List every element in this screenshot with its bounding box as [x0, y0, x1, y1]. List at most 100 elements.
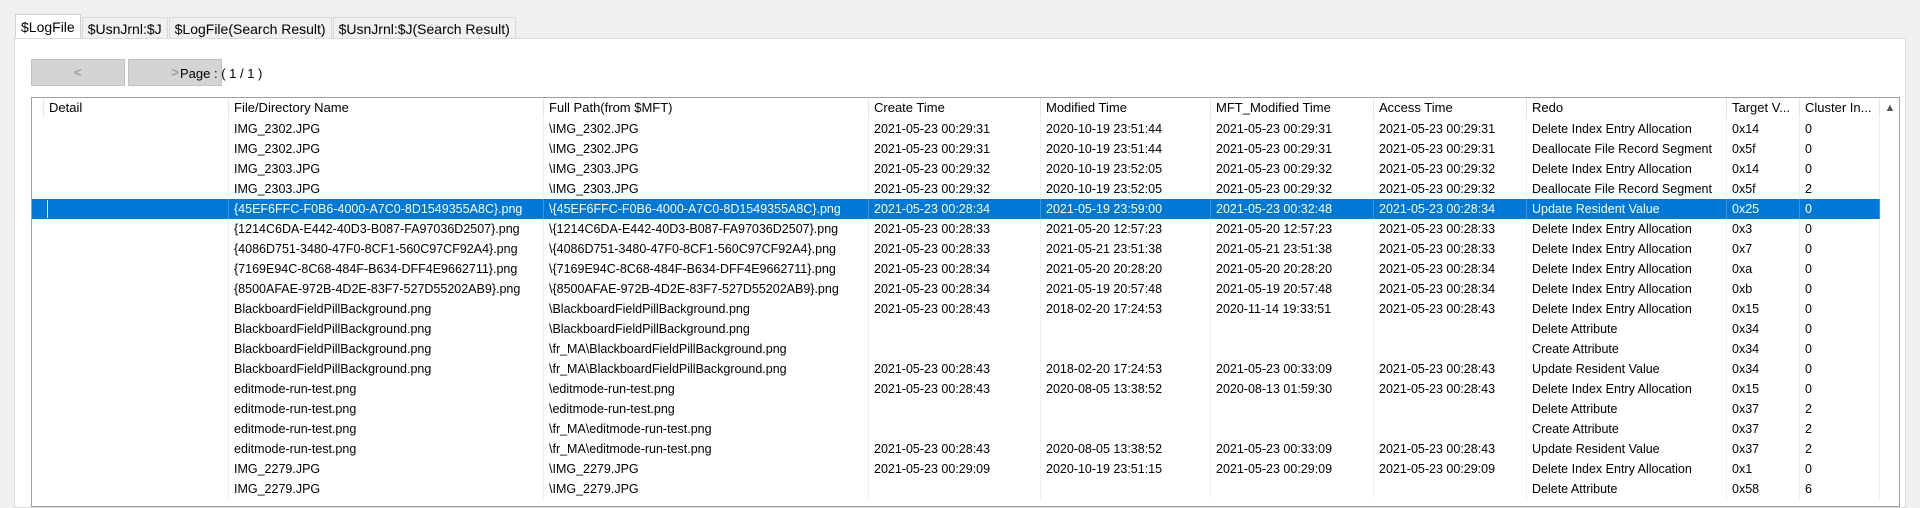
- table-row[interactable]: IMG_2302.JPG \IMG_2302.JPG 2021-05-23 00:2…: [32, 119, 1880, 139]
- table-cell: 2021-05-19 23:59:00: [1041, 199, 1211, 219]
- table-cell: \IMG_2303.JPG: [544, 179, 869, 199]
- tab-3[interactable]: $UsnJrnl:$J(Search Result): [332, 17, 516, 39]
- table-cell: 2021-05-23 00:29:31: [1211, 139, 1374, 159]
- table-cell: Create Attribute: [1527, 339, 1727, 359]
- table-row[interactable]: IMG_2302.JPG \IMG_2302.JPG 2021-05-23 00:2…: [32, 139, 1880, 159]
- table-row[interactable]: BlackboardFieldPillBackground.png \fr_MA\…: [32, 339, 1880, 359]
- table-cell: 2020-10-19 23:52:05: [1041, 159, 1211, 179]
- table-row[interactable]: IMG_2279.JPG \IMG_2279.JPG Delete Attribut…: [32, 479, 1880, 499]
- table-cell: [44, 119, 229, 139]
- table-cell: \fr_MA\BlackboardFieldPillBackground.png: [544, 339, 869, 359]
- table-row[interactable]: {7169E94C-8C68-484F-B634-DFF4E9662711}.p…: [32, 259, 1880, 279]
- table-cell: 2021-05-23 00:29:09: [869, 459, 1041, 479]
- header-selector[interactable]: [32, 98, 44, 118]
- table-cell: Deallocate File Record Segment: [1527, 179, 1727, 199]
- table-cell: Delete Index Entry Allocation: [1527, 259, 1727, 279]
- table-cell: 2020-10-19 23:52:05: [1041, 179, 1211, 199]
- table-cell: 2020-10-19 23:51:15: [1041, 459, 1211, 479]
- header-cluster-index[interactable]: Cluster In...: [1800, 98, 1880, 118]
- table-header: Detail File/Directory Name Full Path(from …: [32, 98, 1899, 118]
- tab-1[interactable]: $UsnJrnl:$J: [81, 17, 168, 39]
- tab-2[interactable]: $LogFile(Search Result): [168, 17, 332, 39]
- table-cell: \editmode-run-test.png: [544, 379, 869, 399]
- table-cell: 2021-05-23 00:29:32: [1374, 179, 1527, 199]
- header-create-time[interactable]: Create Time: [869, 98, 1041, 118]
- table-cell: Deallocate File Record Segment: [1527, 139, 1727, 159]
- table-cell: 0: [1800, 359, 1880, 379]
- header-target-vcn[interactable]: Target V...: [1727, 98, 1800, 118]
- table-cell: 2021-05-23 00:28:43: [869, 379, 1041, 399]
- table-cell: 2021-05-20 20:28:20: [1211, 259, 1374, 279]
- table-cell: \fr_MA\BlackboardFieldPillBackground.png: [544, 359, 869, 379]
- table-cell: editmode-run-test.png: [229, 419, 544, 439]
- table-cell: [1041, 419, 1211, 439]
- table-row[interactable]: BlackboardFieldPillBackground.png \Blackb…: [32, 319, 1880, 339]
- table-cell: [1041, 479, 1211, 499]
- header-access-time[interactable]: Access Time: [1374, 98, 1527, 118]
- table-row[interactable]: editmode-run-test.png \editmode-run-test.…: [32, 399, 1880, 419]
- table-row[interactable]: {1214C6DA-E442-40D3-B087-FA97036D2507}.p…: [32, 219, 1880, 239]
- table-cell: \IMG_2302.JPG: [544, 119, 869, 139]
- prev-page-button[interactable]: <: [31, 59, 125, 86]
- table-row[interactable]: editmode-run-test.png \fr_MA\editmode-run…: [32, 419, 1880, 439]
- table-cell: 0x14: [1727, 159, 1800, 179]
- table-cell: \{45EF6FFC-F0B6-4000-A7C0-8D1549355A8C}.…: [544, 199, 869, 219]
- table-cell: [44, 419, 229, 439]
- table-cell: \{1214C6DA-E442-40D3-B087-FA97036D2507}.…: [544, 219, 869, 239]
- table-cell: [44, 339, 229, 359]
- table-cell: Delete Attribute: [1527, 479, 1727, 499]
- table-cell: [869, 399, 1041, 419]
- table-cell: 2021-05-23 00:28:43: [1374, 439, 1527, 459]
- header-modified-time[interactable]: Modified Time: [1041, 98, 1211, 118]
- table-cell: 2021-05-19 20:57:48: [1041, 279, 1211, 299]
- table-row[interactable]: {8500AFAE-972B-4D2E-83F7-527D55202AB9}.p…: [32, 279, 1880, 299]
- table-cell: \{7169E94C-8C68-484F-B634-DFF4E9662711}.…: [544, 259, 869, 279]
- table-row[interactable]: IMG_2303.JPG \IMG_2303.JPG 2021-05-23 00:2…: [32, 179, 1880, 199]
- table-cell: \{4086D751-3480-47F0-8CF1-560C97CF92A4}.…: [544, 239, 869, 259]
- table-row[interactable]: {4086D751-3480-47F0-8CF1-560C97CF92A4}.p…: [32, 239, 1880, 259]
- header-mft-modified-time[interactable]: MFT_Modified Time: [1211, 98, 1374, 118]
- table-cell: Delete Index Entry Allocation: [1527, 119, 1727, 139]
- table-cell: 2020-10-19 23:51:44: [1041, 139, 1211, 159]
- table-cell: [1374, 399, 1527, 419]
- table-cell: [1211, 319, 1374, 339]
- table-row[interactable]: BlackboardFieldPillBackground.png \Blackb…: [32, 299, 1880, 319]
- table-cell: 0: [1800, 339, 1880, 359]
- table-row[interactable]: BlackboardFieldPillBackground.png \fr_MA\…: [32, 359, 1880, 379]
- table-cell: 0: [1800, 219, 1880, 239]
- header-detail[interactable]: Detail: [44, 98, 229, 118]
- table-cell: 2021-05-23 00:28:34: [1374, 259, 1527, 279]
- table-cell: 2021-05-23 00:28:43: [1374, 379, 1527, 399]
- table-cell: 2021-05-23 00:28:34: [1374, 199, 1527, 219]
- table-row[interactable]: editmode-run-test.png \editmode-run-test.…: [32, 379, 1880, 399]
- table-cell: 2020-08-05 13:38:52: [1041, 379, 1211, 399]
- table-cell: 2021-05-23 00:29:32: [869, 159, 1041, 179]
- table-cell: 2020-11-14 19:33:51: [1211, 299, 1374, 319]
- table-row[interactable]: editmode-run-test.png \fr_MA\editmode-run…: [32, 439, 1880, 459]
- table-cell: 2021-05-23 00:29:31: [1374, 139, 1527, 159]
- logfile-table[interactable]: Detail File/Directory Name Full Path(from …: [31, 97, 1900, 507]
- table-cell: \fr_MA\editmode-run-test.png: [544, 439, 869, 459]
- scroll-up-icon[interactable]: ▲: [1881, 98, 1899, 118]
- table-cell: [1374, 479, 1527, 499]
- table-cell: IMG_2303.JPG: [229, 179, 544, 199]
- table-cell: \IMG_2279.JPG: [544, 459, 869, 479]
- table-cell: 2021-05-23 00:29:09: [1374, 459, 1527, 479]
- table-row[interactable]: IMG_2303.JPG \IMG_2303.JPG 2021-05-23 00:2…: [32, 159, 1880, 179]
- header-full-path[interactable]: Full Path(from $MFT): [544, 98, 869, 118]
- table-cell: 2021-05-23 00:28:43: [1374, 299, 1527, 319]
- table-cell: 2020-08-13 01:59:30: [1211, 379, 1374, 399]
- header-redo[interactable]: Redo: [1527, 98, 1727, 118]
- tab-0[interactable]: $LogFile: [15, 14, 81, 39]
- table-cell: 0xb: [1727, 279, 1800, 299]
- header-file-name[interactable]: File/Directory Name: [229, 98, 544, 118]
- table-cell: 2018-02-20 17:24:53: [1041, 299, 1211, 319]
- table-cell: 0: [1800, 239, 1880, 259]
- table-cell: editmode-run-test.png: [229, 399, 544, 419]
- table-row[interactable]: {45EF6FFC-F0B6-4000-A7C0-8D1549355A8C}.p…: [32, 199, 1880, 219]
- table-cell: 2018-02-20 17:24:53: [1041, 359, 1211, 379]
- table-cell: 2021-05-23 00:32:48: [1211, 199, 1374, 219]
- table-cell: {4086D751-3480-47F0-8CF1-560C97CF92A4}.p…: [229, 239, 544, 259]
- table-cell: 2021-05-21 23:51:38: [1211, 239, 1374, 259]
- table-row[interactable]: IMG_2279.JPG \IMG_2279.JPG 2021-05-23 00:2…: [32, 459, 1880, 479]
